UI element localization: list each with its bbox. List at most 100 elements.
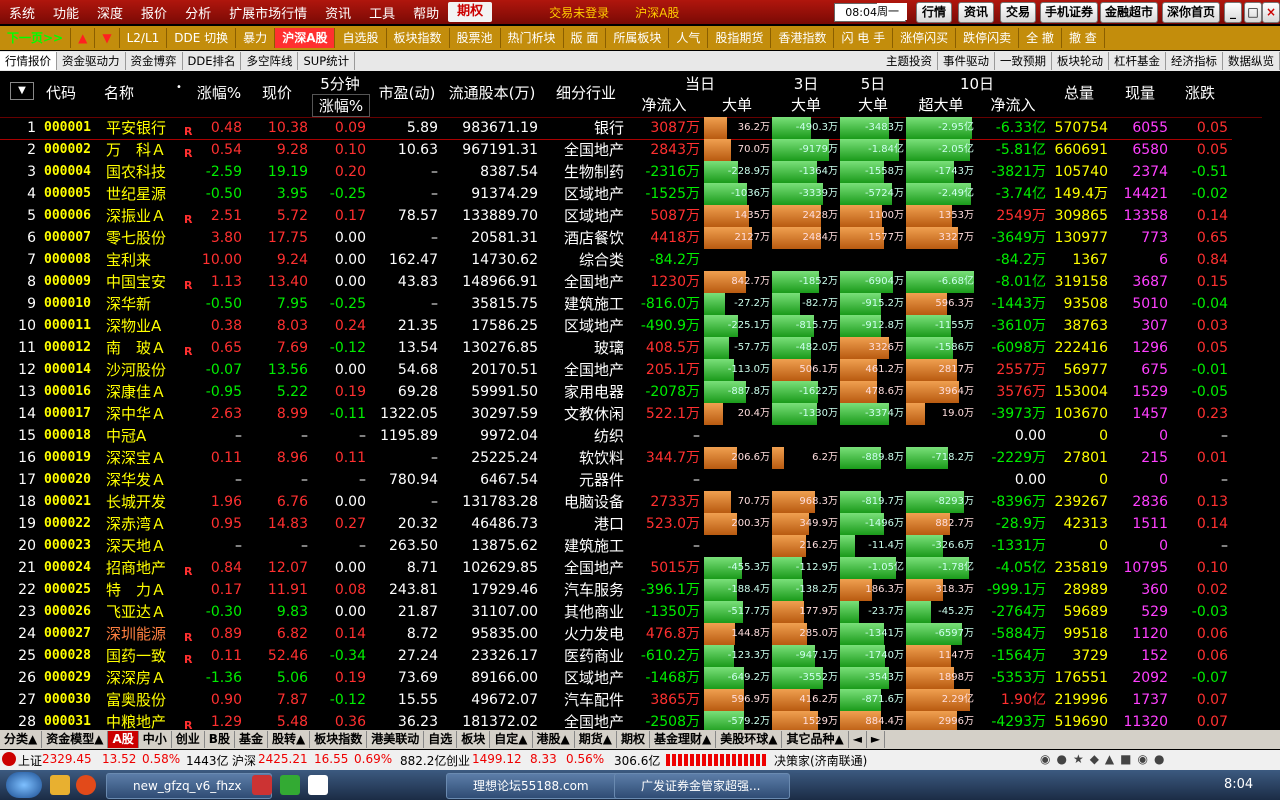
table-row[interactable]: 16 000019 深深宝Ａ 0.11 8.96 0.11 – 25225.24 软饮料 344.…: [0, 447, 1232, 469]
maximize-icon[interactable]: □: [1244, 2, 1262, 23]
table-row[interactable]: 2 000002 万 科Ａ R 0.54 9.28 0.10 10.63 967191.31 全国…: [0, 139, 1232, 161]
tab-right-0[interactable]: 主题投资: [881, 52, 938, 70]
menu-depth[interactable]: 深度: [88, 3, 132, 22]
toolbar-button-10[interactable]: 热门析块: [501, 28, 564, 48]
header-current-volume[interactable]: 现量: [1112, 82, 1168, 103]
tab-right-2[interactable]: 一致预期: [995, 52, 1052, 70]
header-pe[interactable]: 市盈(动): [374, 82, 440, 103]
tab-right-4[interactable]: 杠杆基金: [1109, 52, 1166, 70]
header-total-volume[interactable]: 总量: [1050, 82, 1108, 103]
table-row[interactable]: 27 000030 富奥股份 0.90 7.87 -0.12 15.55 49672.07 汽车…: [0, 689, 1232, 711]
table-row[interactable]: 8 000009 中国宝安 R 1.13 13.40 0.00 43.83 148966.91 全…: [0, 271, 1232, 293]
table-row[interactable]: 1 000001 平安银行 R 0.48 10.38 0.09 5.89 983671.19 银行…: [0, 117, 1232, 140]
top-trade-button[interactable]: 交易: [1000, 2, 1036, 23]
toolbar-button-19[interactable]: 全 撤: [1019, 28, 1062, 48]
tab-right-3[interactable]: 板块轮动: [1052, 52, 1109, 70]
table-row[interactable]: 24 000027 深圳能源 R 0.89 6.82 0.14 8.72 95835.00 火力发…: [0, 623, 1232, 645]
table-row[interactable]: 9 000010 深华新 -0.50 7.95 -0.25 – 35815.75 建筑施工 -81…: [0, 293, 1232, 315]
header-industry[interactable]: 细分行业: [546, 82, 626, 103]
header-today[interactable]: 当日: [628, 73, 772, 94]
toolbar-button-0[interactable]: 下一页>>: [0, 28, 72, 48]
bottom-tab-1[interactable]: 资金模型▲: [42, 731, 109, 748]
taskbar-folder-icon[interactable]: [50, 775, 70, 795]
tab-right-6[interactable]: 数据纵览: [1223, 52, 1280, 70]
table-row[interactable]: 19 000022 深赤湾Ａ 0.95 14.83 0.27 20.32 46486.73 港口…: [0, 513, 1232, 535]
bottom-tab-3[interactable]: 中小: [139, 731, 172, 748]
toolbar-button-13[interactable]: 人气: [669, 28, 709, 48]
header-change[interactable]: 涨幅%: [196, 82, 242, 103]
toolbar-button-4[interactable]: DDE 切换: [167, 28, 237, 48]
close-icon[interactable]: ×: [1262, 2, 1280, 23]
bottom-tab-18[interactable]: 其它品种▲: [782, 731, 849, 748]
bottom-tab-11[interactable]: 板块: [457, 731, 491, 748]
top-quote-button[interactable]: 行情: [916, 2, 952, 23]
table-row[interactable]: 22 000025 特 力Ａ 0.17 11.91 0.08 243.81 17929.46 汽…: [0, 579, 1232, 601]
tab-left-4[interactable]: 多空阵线: [241, 52, 299, 70]
table-row[interactable]: 6 000007 零七股份 3.80 17.75 0.00 – 20581.31 酒店餐饮 441…: [0, 227, 1232, 249]
table-row[interactable]: 26 000029 深深房Ａ -1.36 5.06 0.19 73.69 89166.00 区域…: [0, 667, 1232, 689]
top-news-button[interactable]: 资讯: [958, 2, 994, 23]
taskbar-app-icon[interactable]: [252, 775, 272, 795]
table-row[interactable]: 25 000028 国药一致 R 0.11 52.46 -0.34 27.24 23326.17…: [0, 645, 1232, 667]
table-row[interactable]: 11 000012 南 玻Ａ R 0.65 7.69 -0.12 13.54 130276.85…: [0, 337, 1232, 359]
top-home-button[interactable]: 深你首页: [1162, 2, 1220, 23]
sort-menu-icon[interactable]: ▼: [10, 82, 34, 100]
bottom-tab-13[interactable]: 港股▲: [533, 731, 575, 748]
table-row[interactable]: 4 000005 世纪星源 -0.50 3.95 -0.25 – 91374.29 区域地产 -1…: [0, 183, 1232, 205]
toolbar-button-20[interactable]: 撤 查: [1062, 28, 1105, 48]
header-float-cap[interactable]: 流通股本(万): [444, 82, 540, 103]
table-row[interactable]: 13 000016 深康佳Ａ -0.95 5.22 0.19 69.28 59991.50 家用…: [0, 381, 1232, 403]
taskbar-task-1[interactable]: new_gfzq_v6_fhzx: [106, 773, 272, 799]
header-name[interactable]: 名称: [104, 82, 134, 103]
table-row[interactable]: 21 000024 招商地产 R 0.84 12.07 0.00 8.71 102629.85 全…: [0, 557, 1232, 579]
table-row[interactable]: 23 000026 飞亚达Ａ -0.30 9.83 0.00 21.87 31107.00 其他…: [0, 601, 1232, 623]
toolbar-button-8[interactable]: 板块指数: [387, 28, 450, 48]
toolbar-button-2[interactable]: ▼: [95, 28, 120, 48]
hs-index-value[interactable]: 2425.21: [258, 752, 308, 766]
sh-index-value[interactable]: 2329.45: [42, 752, 92, 766]
bottom-tab-7[interactable]: 股转▲: [268, 731, 311, 748]
bottom-tab-5[interactable]: B股: [205, 731, 235, 748]
status-icons[interactable]: ◉●★◆▲■◉●: [1040, 752, 1260, 768]
table-row[interactable]: 10 000011 深物业A 0.38 8.03 0.24 21.35 17586.25 区域地…: [0, 315, 1232, 337]
bottom-tab-2[interactable]: A股: [108, 731, 139, 748]
header-super-big[interactable]: 超大单: [906, 94, 976, 115]
header-change-amount[interactable]: 涨跌: [1172, 82, 1228, 103]
table-row[interactable]: 14 000017 深中华Ａ 2.63 8.99 -0.11 1322.05 30297.59…: [0, 403, 1232, 425]
start-button-icon[interactable]: [6, 772, 42, 798]
tab-left-5[interactable]: SUP统计: [298, 52, 356, 70]
menu-ext-market[interactable]: 扩展市场行情: [220, 3, 316, 22]
taskbar-browser-icon[interactable]: [76, 775, 96, 795]
toolbar-button-7[interactable]: 自选股: [335, 28, 387, 48]
bottom-tab-0[interactable]: 分类▲: [0, 731, 43, 748]
table-row[interactable]: 3 000004 国农科技 -2.59 19.19 0.20 – 8387.54 生物制药 -23…: [0, 161, 1232, 183]
table-row[interactable]: 17 000020 深华发Ａ – – – 780.94 6467.54 元器件 – 0.00 0 0 –: [0, 469, 1232, 491]
table-row[interactable]: 18 000021 长城开发 1.96 6.76 0.00 – 131783.28 电脑设备 27…: [0, 491, 1232, 513]
toolbar-button-17[interactable]: 涨停闪买: [893, 28, 957, 48]
toolbar-button-1[interactable]: ▲: [71, 28, 96, 48]
bottom-tab-6[interactable]: 基金: [235, 731, 268, 748]
header-5min[interactable]: 5分钟: [312, 73, 368, 94]
bottom-tab-17[interactable]: 美股环球▲: [716, 731, 783, 748]
toolbar-button-15[interactable]: 香港指数: [771, 28, 835, 48]
toolbar-button-12[interactable]: 所属板块: [606, 28, 670, 48]
top-market-button[interactable]: 金融超市: [1100, 2, 1158, 23]
bottom-tab-10[interactable]: 自选: [424, 731, 458, 748]
tab-left-3[interactable]: DDE排名: [183, 52, 242, 70]
header-big[interactable]: 大单: [702, 94, 772, 115]
menu-tools[interactable]: 工具: [360, 3, 404, 22]
menu-analysis[interactable]: 分析: [176, 3, 220, 22]
tab-right-1[interactable]: 事件驱动: [938, 52, 995, 70]
tab-left-2[interactable]: 资金博弈: [126, 52, 183, 70]
table-row[interactable]: 15 000018 中冠A – – –1195.89 9972.04 纺织 –0.00 0 0–: [0, 425, 1232, 447]
bottom-tab-16[interactable]: 基金理财▲: [650, 731, 717, 748]
table-row[interactable]: 12 000014 沙河股份 -0.07 13.56 0.00 54.68 20170.51 全…: [0, 359, 1232, 381]
cy-index-value[interactable]: 1499.12: [472, 752, 522, 766]
menu-function[interactable]: 功能: [44, 3, 88, 22]
toolbar-button-6[interactable]: 沪深A股: [275, 28, 336, 48]
tab-right-5[interactable]: 经济指标: [1166, 52, 1223, 70]
taskbar-task-3[interactable]: 广发证券金管家超强...: [614, 773, 790, 799]
bottom-tab-9[interactable]: 港美联动: [367, 731, 425, 748]
tab-left-0[interactable]: 行情报价: [0, 52, 57, 70]
scroll-right-icon[interactable]: ►: [867, 731, 886, 748]
